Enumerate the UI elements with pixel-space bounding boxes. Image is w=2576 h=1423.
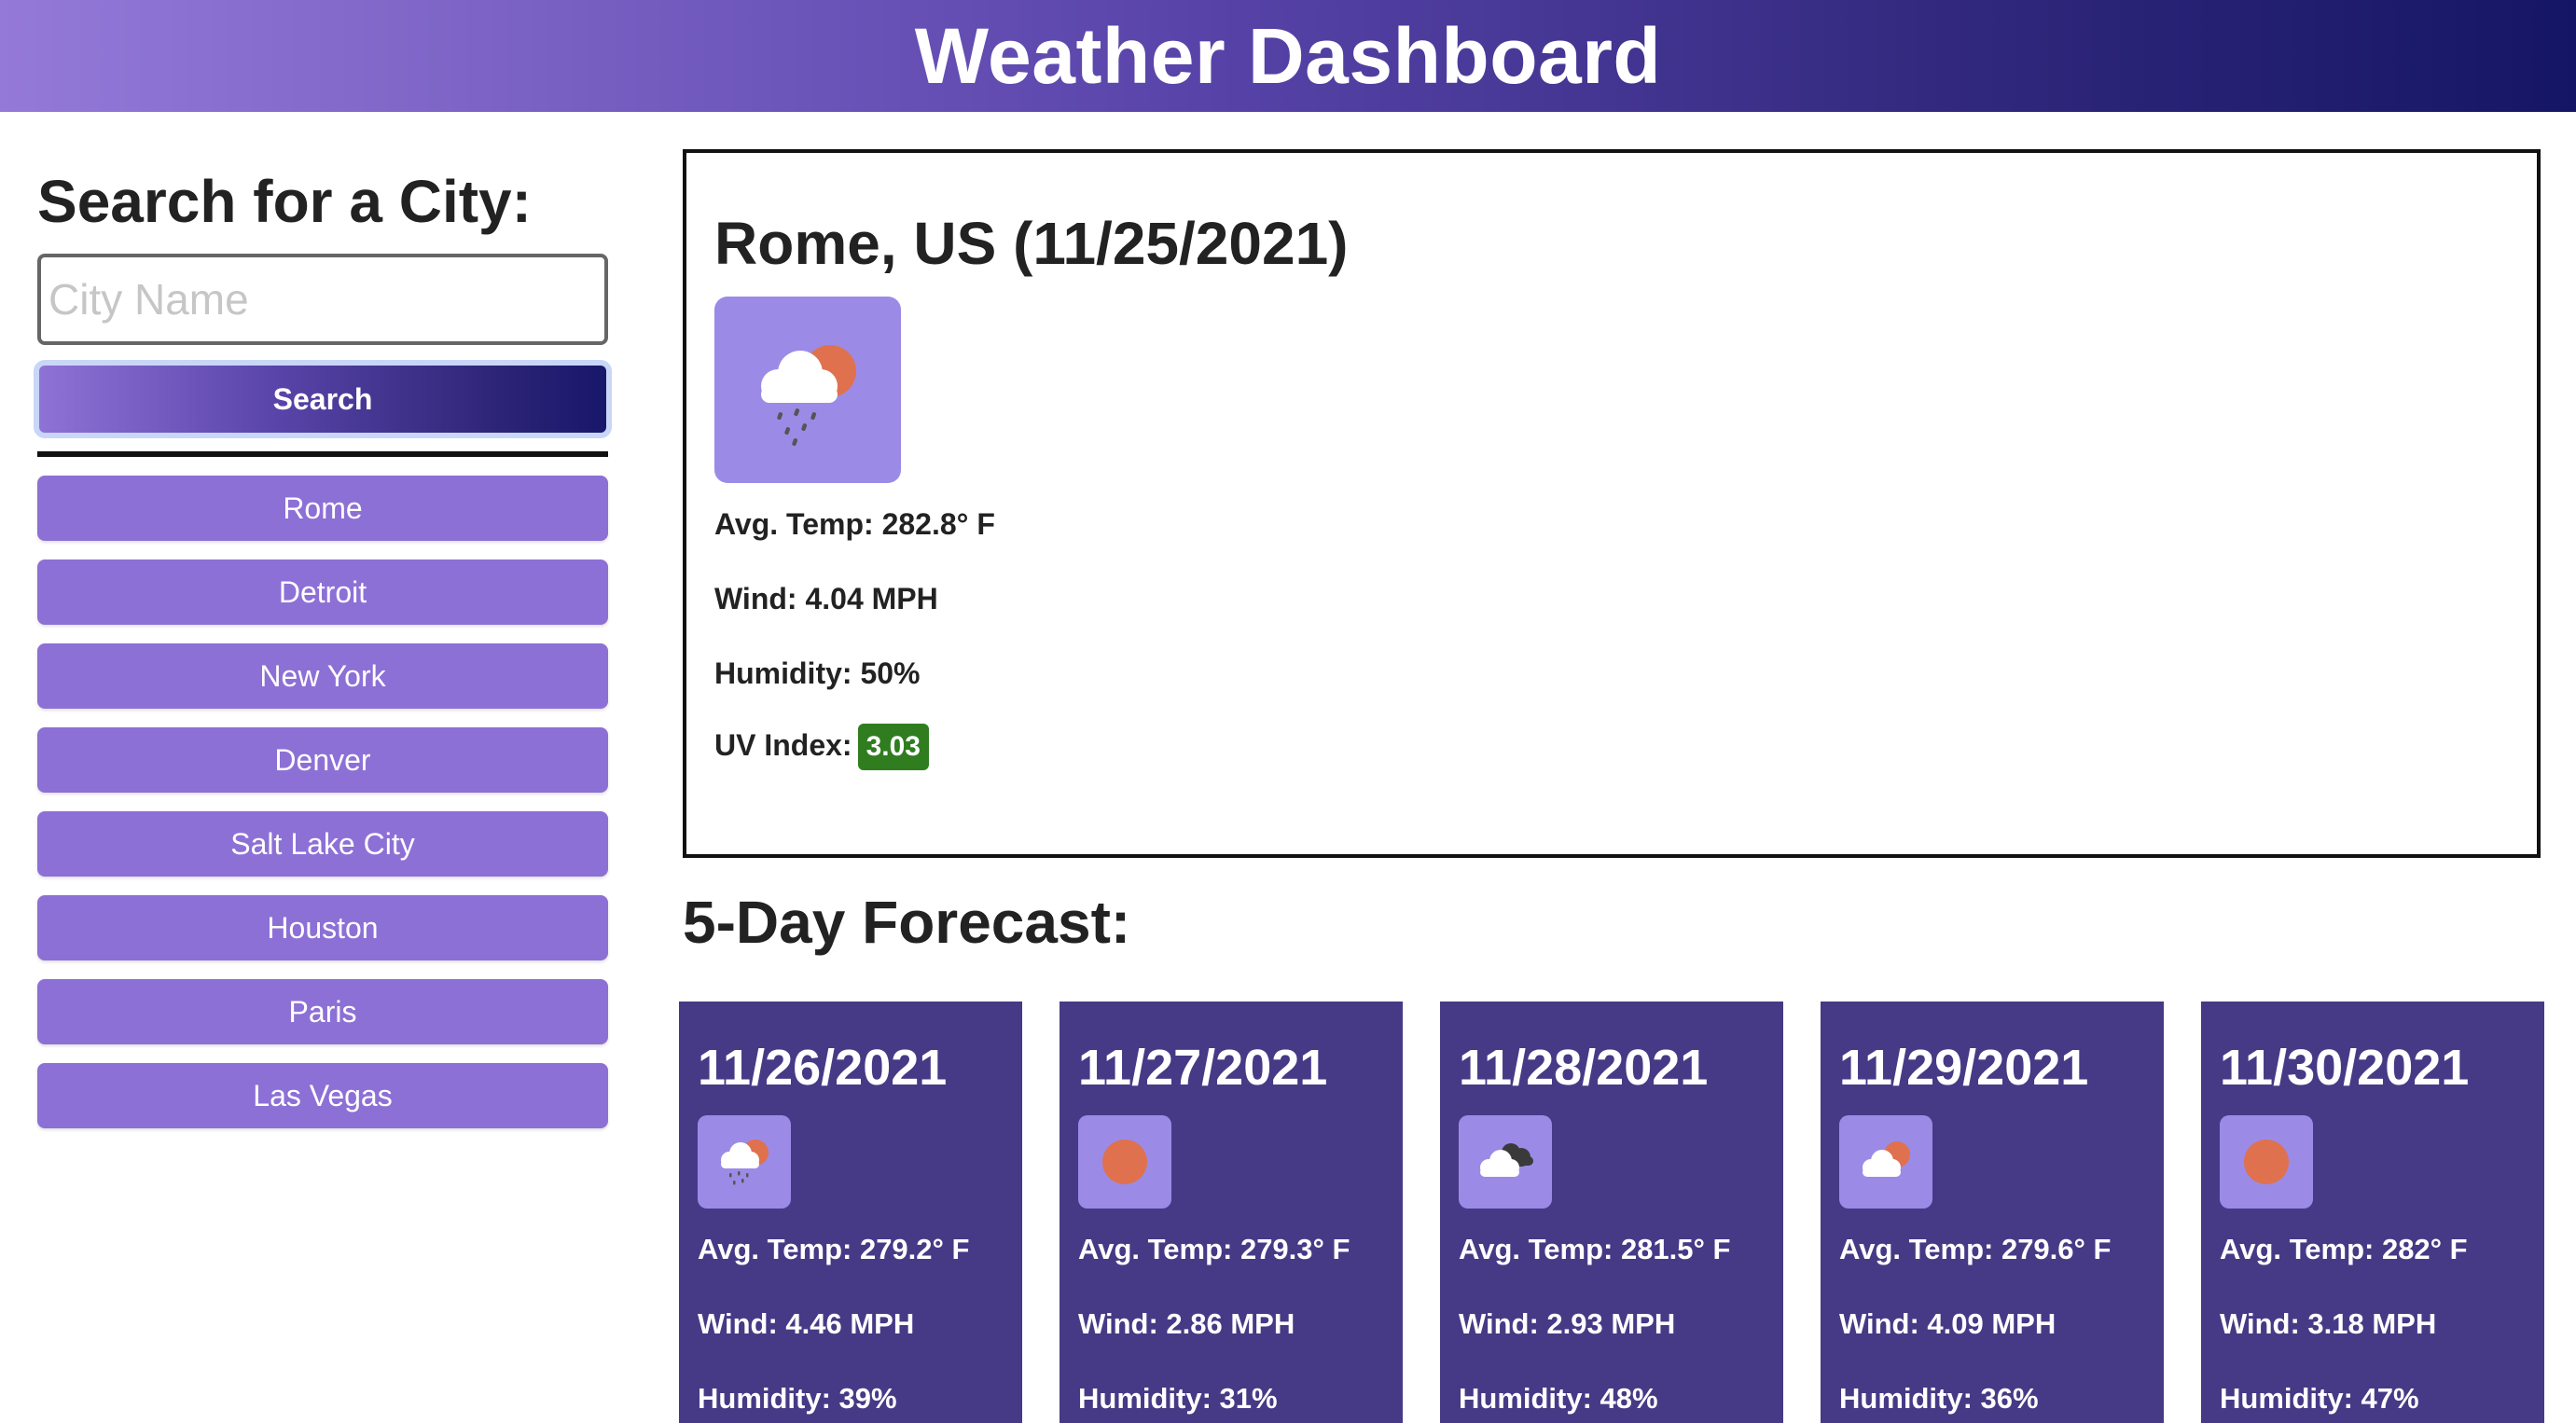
forecast-card: 11/27/2021 Avg. Temp: 279.3° F Wind: 2.8…	[1059, 1002, 1403, 1423]
forecast-row: 11/26/2021 Avg. Temp: 279.2° F Wind: 4.4…	[679, 1002, 2544, 1423]
forecast-date: 11/29/2021	[1839, 1040, 2089, 1096]
history-city-button[interactable]: Denver	[37, 727, 608, 793]
sun-icon	[1078, 1115, 1171, 1209]
forecast-wind: Wind: 4.46 MPH	[698, 1307, 915, 1340]
city-search-input[interactable]	[37, 254, 608, 345]
forecast-card: 11/30/2021 Avg. Temp: 282° F Wind: 3.18 …	[2201, 1002, 2544, 1423]
forecast-temp: Avg. Temp: 279.3° F	[1078, 1233, 1350, 1265]
search-history-list: Rome Detroit New York Denver Salt Lake C…	[37, 476, 608, 1147]
partly-cloudy-icon	[1839, 1115, 1932, 1209]
page-title: Weather Dashboard	[914, 11, 1662, 100]
forecast-date: 11/28/2021	[1459, 1040, 1709, 1096]
forecast-card: 11/26/2021 Avg. Temp: 279.2° F Wind: 4.4…	[679, 1002, 1022, 1423]
forecast-wind: Wind: 4.09 MPH	[1839, 1307, 2057, 1340]
rain-sun-cloud-icon	[698, 1115, 791, 1209]
forecast-temp: Avg. Temp: 279.6° F	[1839, 1233, 2112, 1265]
history-city-button[interactable]: Salt Lake City	[37, 811, 608, 877]
forecast-wind: Wind: 2.86 MPH	[1078, 1307, 1295, 1340]
uv-index-badge: 3.03	[857, 724, 929, 770]
current-city-title: Rome, US (11/25/2021)	[714, 210, 1349, 277]
forecast-temp: Avg. Temp: 279.2° F	[698, 1233, 970, 1265]
history-city-button[interactable]: Detroit	[37, 560, 608, 625]
history-city-button[interactable]: New York	[37, 643, 608, 709]
forecast-humidity: Humidity: 31%	[1078, 1382, 1278, 1415]
forecast-temp: Avg. Temp: 281.5° F	[1459, 1233, 1731, 1265]
search-heading: Search for a City:	[37, 168, 532, 235]
rain-sun-cloud-icon	[714, 297, 901, 483]
forecast-humidity: Humidity: 39%	[698, 1382, 897, 1415]
forecast-humidity: Humidity: 47%	[2220, 1382, 2419, 1415]
forecast-date: 11/27/2021	[1078, 1040, 1328, 1096]
forecast-humidity: Humidity: 36%	[1839, 1382, 2039, 1415]
history-city-button[interactable]: Paris	[37, 979, 608, 1044]
forecast-date: 11/30/2021	[2220, 1040, 2470, 1096]
uv-label: UV Index:	[714, 728, 852, 762]
history-city-button[interactable]: Las Vegas	[37, 1063, 608, 1128]
search-button[interactable]: Search	[34, 360, 612, 438]
sidebar: Search for a City: Search Rome Detroit N…	[34, 149, 612, 1128]
forecast-card: 11/29/2021 Avg. Temp: 279.6° F Wind: 4.0…	[1821, 1002, 2164, 1423]
forecast-wind: Wind: 3.18 MPH	[2220, 1307, 2437, 1340]
app-header: Weather Dashboard	[0, 0, 2576, 112]
history-city-button[interactable]: Rome	[37, 476, 608, 541]
current-temp: Avg. Temp: 282.8° F	[714, 507, 995, 541]
current-humidity: Humidity: 50%	[714, 656, 921, 690]
forecast-wind: Wind: 2.93 MPH	[1459, 1307, 1676, 1340]
current-weather-panel: Rome, US (11/25/2021) Avg. Temp: 282.8° …	[683, 149, 2541, 858]
forecast-date: 11/26/2021	[698, 1040, 948, 1096]
current-uv-row: UV Index: 3.03	[714, 724, 929, 770]
forecast-humidity: Humidity: 48%	[1459, 1382, 1658, 1415]
history-city-button[interactable]: Houston	[37, 895, 608, 960]
sun-icon	[2220, 1115, 2313, 1209]
sidebar-divider	[37, 451, 608, 457]
forecast-temp: Avg. Temp: 282° F	[2220, 1233, 2468, 1265]
forecast-card: 11/28/2021 Avg. Temp: 281.5° F Wind: 2.9…	[1440, 1002, 1783, 1423]
forecast-heading: 5-Day Forecast:	[683, 889, 1131, 956]
broken-clouds-icon	[1459, 1115, 1552, 1209]
current-wind: Wind: 4.04 MPH	[714, 582, 938, 615]
